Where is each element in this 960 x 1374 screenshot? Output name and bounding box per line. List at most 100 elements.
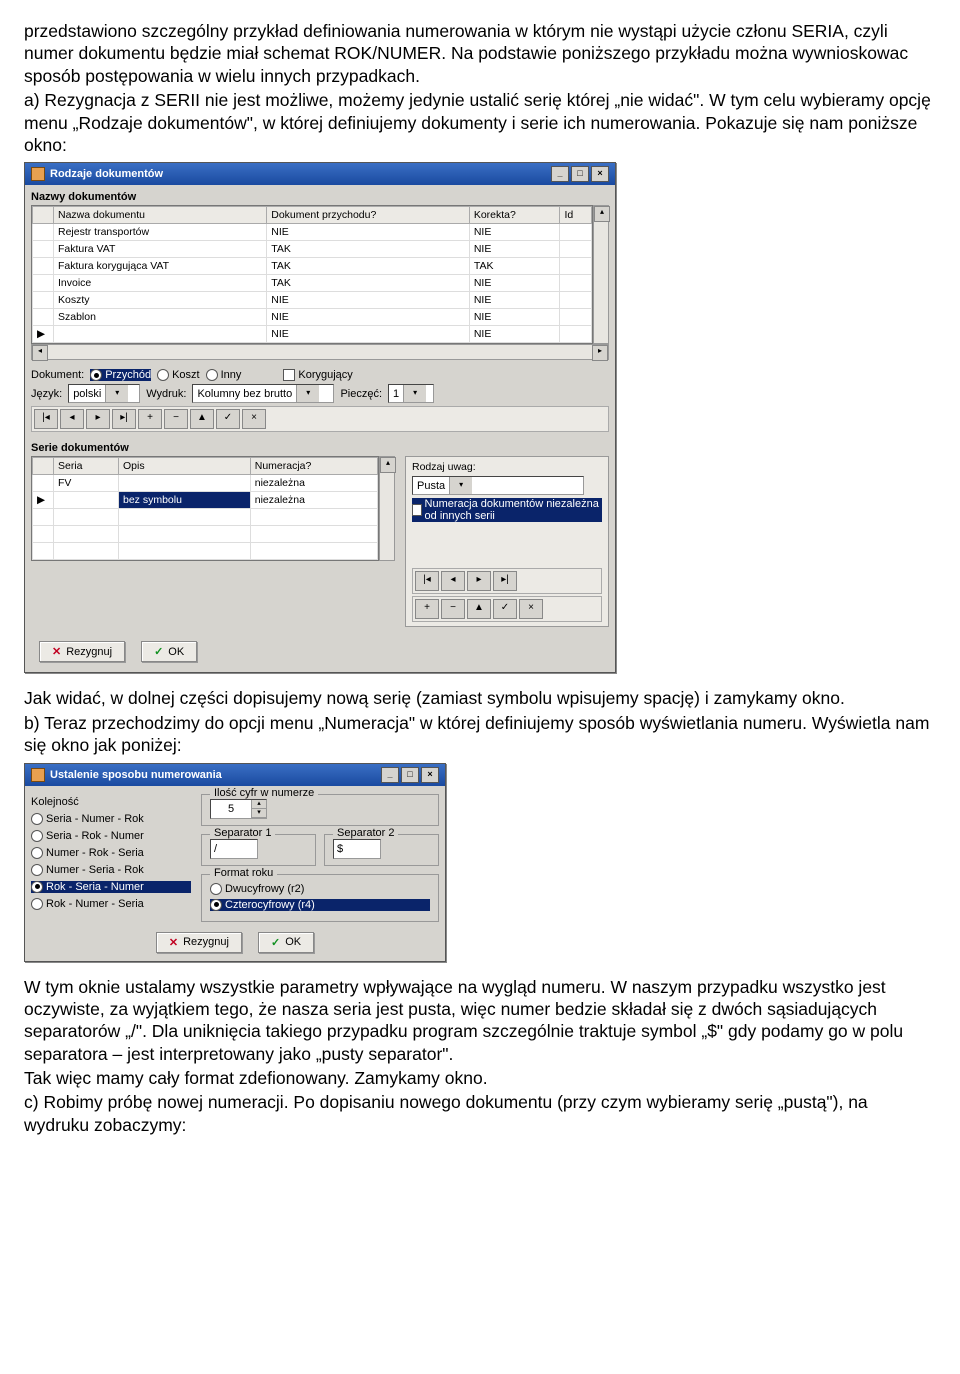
stamp-label: Pieczęć: [340, 388, 382, 400]
nav-last[interactable]: ▸| [493, 571, 517, 591]
col-opis[interactable]: Opis [118, 458, 250, 475]
navigator-top: |◂ ◂ ▸ ▸| + − ▲ ✓ × [31, 406, 609, 432]
chevron-down-icon: ▾ [449, 477, 472, 494]
minimize-button[interactable]: _ [551, 166, 569, 182]
table-row: Faktura VATTAKNIE [33, 241, 592, 258]
check-correction[interactable]: Korygujący [283, 369, 352, 381]
nav-first[interactable]: |◂ [415, 571, 439, 591]
col-income[interactable]: Dokument przychodu? [267, 207, 470, 224]
window-title: Rodzaje dokumentów [50, 168, 163, 180]
close-button[interactable]: × [591, 166, 609, 182]
radio-order-5[interactable]: Rok - Numer - Seria [31, 898, 191, 910]
radio-order-4[interactable]: Rok - Seria - Numer [31, 881, 191, 893]
nav-next[interactable]: ▸ [86, 409, 110, 429]
col-id[interactable]: Id [560, 207, 592, 224]
remark-combo[interactable]: Pusta▾ [412, 476, 584, 495]
maximize-button[interactable]: □ [571, 166, 589, 182]
radio-cost[interactable]: Koszt [157, 369, 200, 381]
radio-income[interactable]: Przychód [90, 369, 151, 381]
nav-next[interactable]: ▸ [467, 571, 491, 591]
nav-last[interactable]: ▸| [112, 409, 136, 429]
table-row: Faktura korygująca VATTAKTAK [33, 258, 592, 275]
spin-up-icon[interactable]: ▴ [252, 800, 266, 809]
nav-add[interactable]: + [415, 599, 439, 619]
maximize-button[interactable]: □ [401, 767, 419, 783]
scroll-left-icon[interactable]: ◂ [32, 345, 48, 361]
chevron-down-icon: ▾ [296, 385, 319, 402]
vertical-scrollbar[interactable]: ▴ [593, 205, 609, 344]
nav-del[interactable]: − [164, 409, 188, 429]
scroll-up-icon[interactable]: ▴ [594, 206, 610, 222]
nav-edit[interactable]: ▲ [467, 599, 491, 619]
titlebar[interactable]: Ustalenie sposobu numerowania _ □ × [25, 764, 445, 786]
remark-label: Rodzaj uwag: [412, 461, 602, 473]
check-independent[interactable]: Numeracja dokumentów niezależna od innyc… [412, 498, 602, 522]
digits-input[interactable] [211, 800, 251, 818]
lang-label: Język: [31, 388, 62, 400]
group-series: Serie dokumentów [31, 442, 609, 454]
cancel-button[interactable]: ✕Rezygnuj [156, 932, 242, 953]
vertical-scrollbar[interactable]: ▴ [379, 456, 395, 561]
col-numeracja[interactable]: Numeracja? [250, 458, 377, 475]
series-options: Rodzaj uwag: Pusta▾ Numeracja dokumentów… [405, 456, 609, 627]
radio-order-0[interactable]: Seria - Numer - Rok [31, 813, 191, 825]
radio-other[interactable]: Inny [206, 369, 242, 381]
chevron-down-icon: ▾ [105, 385, 128, 402]
nav-first[interactable]: |◂ [34, 409, 58, 429]
col-name[interactable]: Nazwa dokumentu [54, 207, 267, 224]
titlebar[interactable]: Rodzaje dokumentów _ □ × [25, 163, 615, 185]
nav-edit[interactable]: ▲ [190, 409, 214, 429]
check-icon: ✓ [154, 645, 163, 658]
doc-names-grid[interactable]: Nazwa dokumentu Dokument przychodu? Kore… [31, 205, 593, 344]
check-icon: ✓ [271, 936, 280, 949]
radio-year-2[interactable]: Dwucyfrowy (r2) [210, 883, 430, 895]
stamp-combo[interactable]: 1▾ [388, 384, 434, 403]
table-row: KosztyNIENIE [33, 292, 592, 309]
nav-post[interactable]: ✓ [216, 409, 240, 429]
radio-order-2[interactable]: Numer - Rok - Seria [31, 847, 191, 859]
ok-button[interactable]: ✓OK [258, 932, 314, 953]
col-seria[interactable]: Seria [54, 458, 119, 475]
digits-label: Ilość cyfr w numerze [210, 787, 318, 799]
nav-prev[interactable]: ◂ [441, 571, 465, 591]
nav-post[interactable]: ✓ [493, 599, 517, 619]
horizontal-scrollbar[interactable]: ◂▸ [31, 344, 609, 360]
lang-combo[interactable]: polski▾ [68, 384, 140, 403]
cancel-button[interactable]: ✕Rezygnuj [39, 641, 125, 662]
close-icon: ✕ [169, 936, 178, 949]
ok-button[interactable]: ✓OK [141, 641, 197, 662]
window-numbering: Ustalenie sposobu numerowania _ □ × Kole… [24, 763, 446, 962]
nav-cancel[interactable]: × [519, 599, 543, 619]
series-grid[interactable]: Seria Opis Numeracja? FVniezależna ▶bez … [31, 456, 379, 561]
paragraph-after-win1-a: Jak widać, w dolnej części dopisujemy no… [24, 687, 936, 709]
sep1-label: Separator 1 [210, 827, 275, 839]
table-row [33, 526, 378, 543]
nav-add[interactable]: + [138, 409, 162, 429]
year-label: Format roku [210, 867, 277, 879]
spin-down-icon[interactable]: ▾ [252, 809, 266, 818]
sep1-input[interactable] [210, 839, 258, 859]
col-correction[interactable]: Korekta? [469, 207, 560, 224]
paragraph-b: b) Teraz przechodzimy do opcji menu „Num… [24, 712, 936, 757]
nav-prev[interactable]: ◂ [60, 409, 84, 429]
order-label: Kolejność [31, 796, 191, 808]
sep2-input[interactable] [333, 839, 381, 859]
nav-del[interactable]: − [441, 599, 465, 619]
window-title: Ustalenie sposobu numerowania [50, 768, 222, 780]
radio-order-1[interactable]: Seria - Rok - Numer [31, 830, 191, 842]
paragraph-close: Tak więc mamy cały format zdefionowany. … [24, 1067, 936, 1089]
table-row: ▶bez symboluniezależna [33, 492, 378, 509]
chevron-down-icon: ▾ [403, 385, 426, 402]
nav-cancel[interactable]: × [242, 409, 266, 429]
print-combo[interactable]: Kolumny bez brutto▾ [192, 384, 334, 403]
digits-spinner[interactable]: ▴▾ [210, 799, 267, 819]
table-row: FVniezależna [33, 475, 378, 492]
scroll-right-icon[interactable]: ▸ [592, 345, 608, 361]
table-row: Rejestr transportówNIENIE [33, 224, 592, 241]
app-icon [31, 768, 45, 782]
radio-order-3[interactable]: Numer - Seria - Rok [31, 864, 191, 876]
close-button[interactable]: × [421, 767, 439, 783]
radio-year-4[interactable]: Czterocyfrowy (r4) [210, 899, 430, 911]
minimize-button[interactable]: _ [381, 767, 399, 783]
paragraph-after-win2: W tym oknie ustalamy wszystkie parametry… [24, 976, 936, 1066]
